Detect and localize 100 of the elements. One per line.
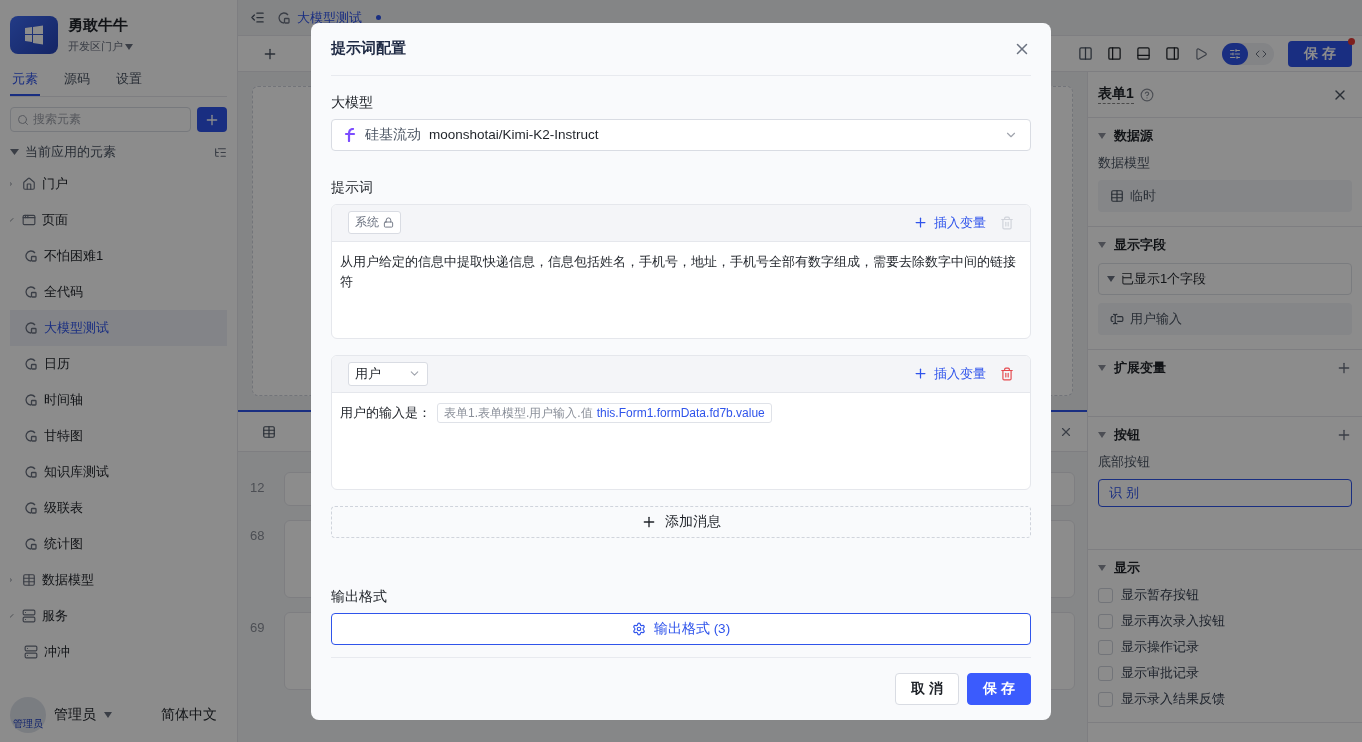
sidebar-tab[interactable]: 源码 (62, 64, 92, 96)
server-icon (22, 609, 36, 623)
table-icon (1110, 189, 1124, 203)
section-title: 按钮 (1114, 426, 1140, 444)
play-icon[interactable] (1194, 46, 1208, 61)
checkbox-option[interactable]: 显示暂存按钮 (1098, 586, 1352, 604)
section-title: 显示 (1114, 559, 1140, 577)
field-label: 输出格式 (331, 587, 388, 606)
page-icon (24, 501, 38, 515)
tree-item[interactable]: 级联表 (10, 490, 227, 526)
sidebar-tab[interactable]: 元素 (10, 64, 40, 96)
checkbox[interactable] (1098, 691, 1113, 707)
checkbox-option[interactable]: 显示再次录入按钮 (1098, 612, 1352, 630)
tree-item[interactable]: 页面 (10, 202, 227, 238)
page-icon (24, 429, 38, 443)
add-icon[interactable] (1336, 427, 1352, 443)
page-icon (24, 249, 38, 263)
tree-item[interactable]: 不怕困难1 (10, 238, 227, 274)
page-icon (24, 357, 38, 371)
add-icon[interactable] (1336, 360, 1352, 376)
sidebar-tab[interactable]: 设置 (114, 64, 144, 96)
line-number: 68 (250, 527, 266, 545)
delete-button[interactable] (1000, 366, 1014, 381)
caret-icon[interactable] (1098, 432, 1106, 438)
add-message-button[interactable]: 添加消息 (331, 505, 1031, 538)
variable-chip[interactable]: 表单1.表单模型.用户输入.值 this.Form1.formData.fd7b.value (437, 402, 772, 423)
fields-summary[interactable]: 已显示1个字段 (1098, 263, 1352, 295)
tree-title: 当前应用的元素 (25, 143, 116, 161)
page-icon (24, 465, 38, 479)
save-button[interactable]: 保 存 (967, 672, 1031, 705)
tree-item[interactable]: 统计图 (10, 526, 227, 562)
tree-item[interactable]: 数据模型 (10, 562, 227, 598)
tree-item[interactable]: 大模型测试 (10, 310, 227, 346)
field-label: 数据模型 (1098, 154, 1151, 172)
help-icon[interactable] (1139, 87, 1154, 102)
portal-selector[interactable]: 开发区门户 (68, 39, 123, 54)
table-icon (22, 573, 36, 587)
model-select[interactable]: 硅基流动 moonshotai/Kimi-K2-Instruct (331, 118, 1031, 151)
panel-title: 表单1 (1098, 85, 1134, 104)
caret-icon[interactable] (1098, 133, 1106, 139)
checkbox-option[interactable]: 显示操作记录 (1098, 638, 1352, 656)
tree-item[interactable]: 甘特图 (10, 418, 227, 454)
panel-bottom-icon[interactable] (1136, 46, 1151, 61)
checkbox-option[interactable]: 显示审批记录 (1098, 664, 1352, 682)
search-icon (17, 113, 29, 126)
checkbox-option[interactable]: 显示录入结果反馈 (1098, 690, 1352, 708)
collapse-icon[interactable] (250, 10, 265, 25)
field-item[interactable]: 用户输入 (1098, 303, 1352, 335)
page-icon (24, 393, 38, 407)
app-name: 勇敢牛牛 (68, 16, 129, 35)
caret-icon[interactable] (104, 712, 112, 718)
checkbox[interactable] (1098, 613, 1113, 629)
data-model-field[interactable]: 临时 (1098, 180, 1352, 212)
tree-item[interactable]: 冲冲 (10, 634, 227, 670)
insert-variable-button[interactable]: 插入变量 (913, 213, 986, 232)
add-button[interactable] (197, 107, 227, 132)
server-icon (24, 645, 38, 659)
plus-icon (913, 215, 928, 230)
field-label: 提示词 (331, 178, 374, 197)
section-title: 显示字段 (1114, 236, 1166, 254)
tree-item[interactable]: 服务 (10, 598, 227, 634)
role-tag: 系统 (348, 211, 401, 234)
design-mode-button[interactable] (1222, 42, 1248, 65)
caret-icon[interactable] (125, 43, 133, 50)
section-title: 扩展变量 (1114, 359, 1166, 377)
message-text: 用户的输入是： (340, 404, 431, 422)
layout-icon[interactable] (214, 145, 227, 159)
line-number: 69 (250, 619, 266, 637)
language-selector[interactable]: 简体中文 (161, 706, 217, 724)
panel-left-icon[interactable] (1107, 46, 1122, 61)
form-icon (262, 424, 276, 439)
app-logo (10, 16, 58, 54)
save-button[interactable]: 保 存 (1288, 40, 1352, 67)
page-icon (24, 537, 38, 551)
caret-icon[interactable] (1098, 242, 1106, 248)
pages-icon (22, 213, 36, 227)
tree-item[interactable]: 日历 (10, 346, 227, 382)
role-select[interactable]: 用户 (348, 361, 428, 386)
user-name[interactable]: 管理员 (54, 706, 96, 724)
plus-icon (913, 366, 928, 381)
tree-item[interactable]: 门户 (10, 166, 227, 202)
editor-tab[interactable]: 大模型测试 (277, 8, 381, 27)
tree-item[interactable]: 时间轴 (10, 382, 227, 418)
caret-icon[interactable] (10, 149, 19, 155)
output-format-button[interactable]: 输出格式 (3) (331, 612, 1031, 645)
panel-right-icon[interactable] (1165, 46, 1180, 61)
caret-icon[interactable] (1098, 565, 1106, 571)
checkbox[interactable] (1098, 639, 1113, 655)
button-name-field[interactable]: 识 别 (1098, 479, 1352, 507)
user-avatar[interactable]: 管理员 (10, 697, 46, 733)
checkbox[interactable] (1098, 665, 1113, 681)
cancel-button[interactable]: 取 消 (895, 672, 959, 705)
tree-item[interactable]: 全代码 (10, 274, 227, 310)
columns-icon[interactable] (1078, 46, 1093, 61)
checkbox[interactable] (1098, 587, 1113, 603)
page-icon (24, 321, 38, 335)
caret-icon[interactable] (1098, 365, 1106, 371)
tree-item[interactable]: 知识库测试 (10, 454, 227, 490)
insert-variable-button[interactable]: 插入变量 (913, 364, 986, 383)
caret-icon[interactable] (1107, 276, 1115, 282)
